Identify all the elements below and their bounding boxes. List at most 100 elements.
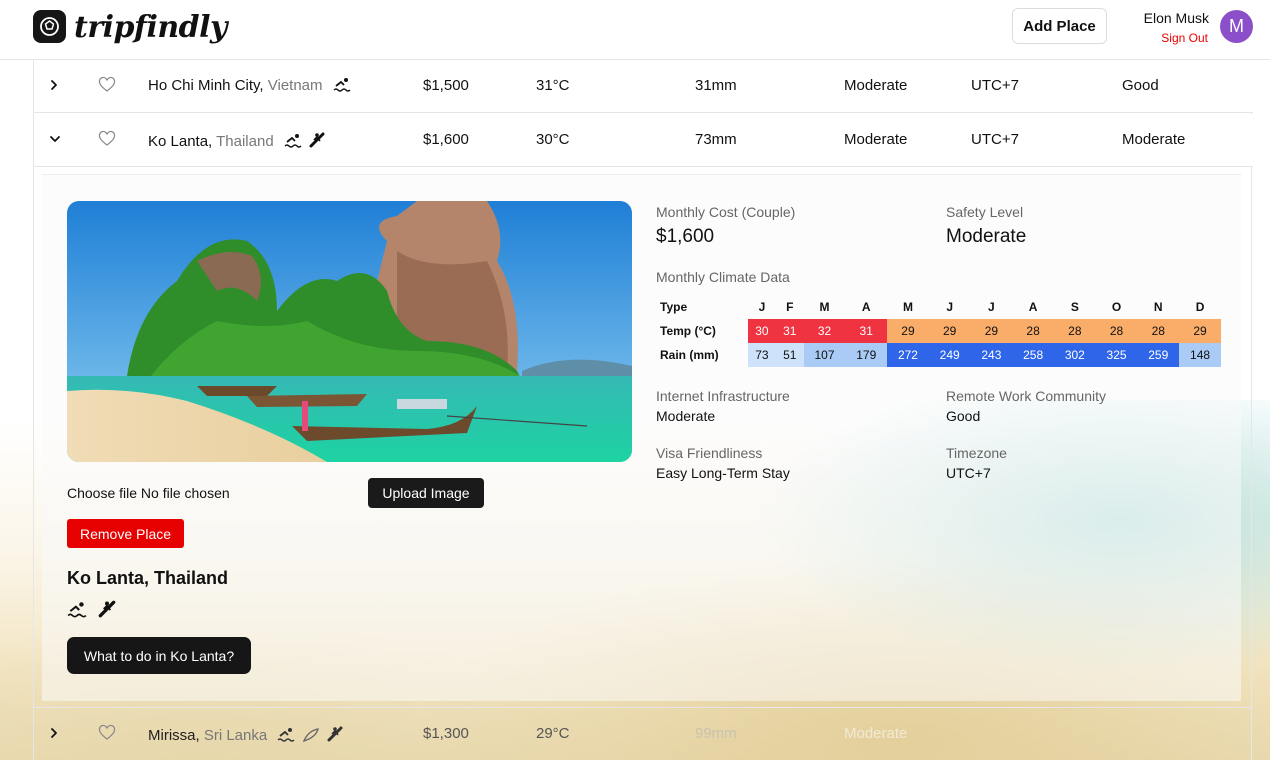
climate-table: Type J F M A M J J A S O N D Temp (°C) 3… [656,295,1221,367]
month-header: M [819,300,830,314]
timezone-cell: UTC+7 [971,77,1019,94]
community-value: Good [946,408,981,424]
month-header: M [902,300,913,314]
rain-cell: 302 [1053,343,1096,367]
rain-cell: 148 [1179,343,1221,367]
timezone-label: Timezone [946,445,1007,461]
month-header: O [1111,300,1122,314]
temp-cell: 30°C [536,131,570,148]
city-name: Ko Lanta, [148,133,213,150]
safety-cell: Moderate [844,725,908,742]
rain-cell: 258 [1012,343,1054,367]
country-name: Thailand [216,133,274,150]
temp-cell: 28 [1012,319,1054,343]
city-name: Ho Chi Minh City, [148,77,264,94]
table-row[interactable]: Ho Chi Minh City, Vietnam $1,500 31°C 31… [34,60,1253,113]
visa-label: Visa Friendliness [656,445,763,461]
rain-cell: 73mm [695,131,737,148]
internet-cell: Good [1122,77,1159,94]
cost-cell: $1,600 [423,131,469,148]
chevron-down-icon[interactable] [48,130,62,152]
visa-value: Easy Long-Term Stay [656,465,790,481]
sign-out-link[interactable]: Sign Out [1161,31,1208,45]
avatar[interactable]: M [1220,10,1253,43]
month-header: N [1153,300,1163,314]
month-header: J [946,300,954,314]
heart-icon[interactable] [98,76,116,98]
chevron-right-icon[interactable] [48,76,60,98]
temp-cell: 28 [1137,319,1180,343]
swim-icon [67,602,91,623]
rain-cell: 179 [845,343,888,367]
detail-title: Ko Lanta, Thailand [67,568,229,588]
month-header: J [758,300,766,314]
rain-row: Rain (mm) 73 51 107 179 272 249 243 258 … [656,343,1221,367]
type-header: Type [660,300,688,314]
city-name: Mirissa, [148,727,200,744]
what-to-do-button[interactable]: What to do in Ko Lanta? [67,637,251,674]
heart-icon[interactable] [98,724,116,746]
temp-row: Temp (°C) 30 31 32 31 29 29 29 28 28 28 … [656,319,1221,343]
temp-cell: 29 [1179,319,1221,343]
temp-cell: 32 [803,319,846,343]
country-name: Vietnam [267,77,323,94]
logo-icon[interactable] [33,10,66,43]
temp-cell: 29 [928,319,971,343]
internet-label: Internet Infrastructure [656,388,790,404]
month-header: F [786,300,794,314]
month-header: A [861,300,871,314]
safety-cell: Moderate [844,77,908,94]
rain-cell: 325 [1095,343,1138,367]
month-header: A [1028,300,1038,314]
rain-cell: 99mm [695,725,737,742]
temp-cell: 29°C [536,725,570,742]
temp-cell: 29 [887,319,929,343]
top-header: tripfindly Add Place Elon Musk Sign Out … [0,0,1270,60]
logo-text[interactable]: tripfindly [74,10,227,45]
place-name[interactable]: Mirissa, Sri Lanka [148,725,344,747]
activity-icons [67,599,117,624]
swim-icon [284,133,302,153]
monthly-cost-label: Monthly Cost (Couple) [656,204,796,220]
file-input[interactable]: Choose file No file chosen [67,485,230,501]
rain-cell: 51 [775,343,804,367]
safety-cell: Moderate [844,131,908,148]
table-row[interactable]: Mirissa, Sri Lanka $1,300 29°C 99mm Mode… [34,707,1253,760]
temp-cell: 28 [1053,319,1096,343]
user-name: Elon Musk [1143,10,1209,26]
internet-value: Moderate [656,408,716,424]
rain-cell: 249 [928,343,971,367]
surf-icon [308,131,326,153]
country-name: Sri Lanka [203,727,268,744]
timezone-value: UTC+7 [946,465,991,481]
temp-cell: 31 [775,319,804,343]
community-label: Remote Work Community [946,388,1107,404]
chevron-right-icon[interactable] [48,724,60,746]
rain-cell: 31mm [695,77,737,94]
surf-icon [326,725,344,747]
temp-cell: 31 [845,319,888,343]
cost-cell: $1,500 [423,77,469,94]
surf-icon [97,600,117,623]
swim-icon [277,727,295,747]
remove-place-button[interactable]: Remove Place [67,519,184,548]
place-name[interactable]: Ho Chi Minh City, Vietnam [148,77,351,97]
heart-icon[interactable] [98,130,116,152]
surfboard-icon [302,727,320,747]
timezone-cell: UTC+7 [971,131,1019,148]
rain-row-label: Rain (mm) [660,348,719,362]
table-row[interactable]: Ko Lanta, Thailand $1,600 30°C 73mm Mode… [34,114,1253,167]
safety-level-value: Moderate [946,226,1027,247]
swim-icon [333,77,351,97]
temp-row-label: Temp (°C) [660,324,716,338]
add-place-button[interactable]: Add Place [1012,8,1107,44]
rain-cell: 107 [803,343,846,367]
month-header: D [1195,300,1205,314]
place-name[interactable]: Ko Lanta, Thailand [148,131,326,153]
temp-cell: 29 [970,319,1013,343]
month-header: S [1070,300,1079,314]
places-list: Ho Chi Minh City, Vietnam $1,500 31°C 31… [33,60,1253,760]
rain-cell: 259 [1137,343,1180,367]
rain-cell: 243 [970,343,1013,367]
upload-image-button[interactable]: Upload Image [368,478,484,508]
